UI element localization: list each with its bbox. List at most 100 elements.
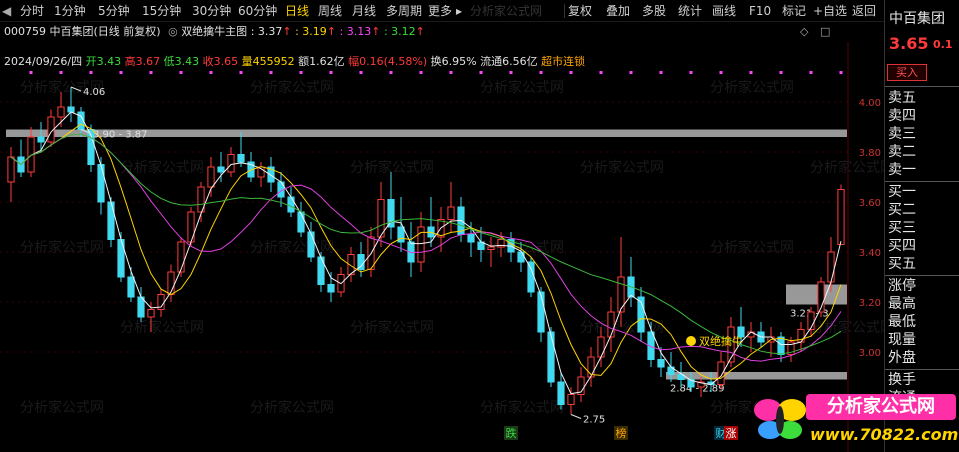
low-label: 低 [163,55,175,68]
indicator-name[interactable]: 双绝擒牛主图 [181,25,247,38]
float-label: 流通 [480,55,503,68]
adjust-button[interactable]: 复权 [568,3,592,19]
signal-dot [509,71,513,74]
mark-button[interactable]: 标记 [782,3,806,19]
signal-marker-icon [686,336,696,346]
panel-price: 3.65 [889,34,929,53]
signal-dot [29,71,33,74]
signal-dot [209,71,213,74]
toolbar-left-arrow[interactable]: ◀ [2,3,11,19]
tab-period-1min[interactable]: 1分钟 [54,3,86,19]
candle-body [557,381,565,405]
tab-period-fenshi[interactable]: 分时 [20,3,44,19]
ohlc-info-line: 2024/09/26/四 开3.43 高3.67 低3.43 收3.65 量45… [4,53,585,69]
y-tick-label: 3.80 [859,148,881,159]
candle-body [657,359,665,368]
y-tick-label: 3.20 [859,298,881,309]
volume-value: 455952 [252,55,295,68]
float-value: 6.56亿 [502,55,538,68]
tab-period-15min[interactable]: 15分钟 [142,3,181,19]
buy-button[interactable]: 买入 [887,64,927,81]
watermark-text: 分析家公式网 [350,319,434,336]
signal-label: 双绝擒牛 [699,334,743,348]
band-label: 2.84 - 2.89 [670,384,725,395]
candle-body [537,291,545,333]
signal-dot [689,71,693,74]
tab-period-monthly[interactable]: 月线 [352,3,376,19]
candle-body [7,156,15,183]
stock-code-name: 000759 中百集团(日线 前复权) [4,25,161,38]
ask-1: 卖一 [888,162,916,178]
indicator-selector-icon[interactable]: ◎ [168,25,178,38]
signal-dot [179,71,183,74]
stat-outer-volume: 外盘 [888,350,916,366]
candle-body [517,251,525,263]
bid-1: 买一 [888,184,916,200]
signal-dot [629,71,633,74]
stat-high: 最高 [888,296,916,312]
panel-divider [885,86,959,87]
candle-body [67,106,75,113]
watermark-text: 分析家公式网 [120,159,204,176]
tab-period-60min[interactable]: 60分钟 [238,3,277,19]
candle-body [37,136,45,143]
signal-badge: 涨 [726,427,737,440]
tab-period-multi[interactable]: 多周期 [386,3,422,19]
concept-tag[interactable]: 超市连锁 [541,55,585,68]
watermark-text: 分析家公式网 [350,159,434,176]
indicator-arrow-4: ↑ [415,25,425,38]
candle-body [617,276,625,313]
open-value: 3.43 [96,55,122,68]
back-button[interactable]: 返回 [852,3,876,19]
tab-period-daily[interactable]: 日线 [285,3,309,19]
candle-body [827,251,835,283]
signal-dot [119,71,123,74]
overlay-button[interactable]: 叠加 [606,3,630,19]
candle-body [237,154,245,163]
ask-2: 卖二 [888,144,916,160]
y-tick-label: 4.00 [859,98,881,109]
candle-body [177,241,185,273]
signal-dot [539,71,543,74]
amount-value: 1.62亿 [309,55,345,68]
signal-dot [659,71,663,74]
watermark-text: 分析家公式网 [250,79,334,96]
bar-date: 2024/09/26/四 [4,55,83,68]
indicator-value-3: : 3.13 [339,25,372,38]
indicator-value-4: : 3.12 [383,25,416,38]
watermark-text: 分析家公式网 [250,399,334,416]
stat-low: 最低 [888,314,916,330]
signal-dot [419,71,423,74]
tab-period-5min[interactable]: 5分钟 [98,3,130,19]
bid-3: 买三 [888,220,916,236]
tab-period-more[interactable]: 更多 [428,3,452,19]
tab-period-weekly[interactable]: 周线 [318,3,342,19]
watermark-text: 分析家公式网 [480,399,564,416]
candle-body [547,331,555,383]
panel-stock-name: 中百集团 [889,11,945,27]
bid-2: 买二 [888,202,916,218]
bid-5: 买五 [888,256,916,272]
site-logo: 分析家公式网 www.70822.com [750,388,958,450]
chart-close-icon[interactable]: □ [820,25,830,38]
statistics-button[interactable]: 统计 [678,3,702,19]
candle-body [217,166,225,173]
price-annotations: 4.06 3.90 - 3.87 2.75 双绝擒牛 [70,86,743,426]
draw-line-button[interactable]: 画线 [712,3,736,19]
turnover-label: 换 [430,55,442,68]
signal-dot [329,71,333,74]
indicator-arrow-2: ↑ [326,25,337,38]
volume-label: 量 [241,55,253,68]
multi-stock-button[interactable]: 多股 [642,3,666,19]
f10-button[interactable]: F10 [749,3,771,19]
signal-dot [269,71,273,74]
stat-limit-up: 涨停 [888,278,916,294]
candle-body [607,311,615,338]
candle-body [467,234,475,243]
candle-body [187,211,195,243]
chart-settings-icon[interactable]: ◇ [800,25,808,38]
tab-period-30min[interactable]: 30分钟 [192,3,231,19]
add-favorite-button[interactable]: +自选 [813,3,847,19]
more-arrow-icon[interactable]: ▸ [456,3,462,19]
indicator-header: 000759 中百集团(日线 前复权) ◎ 双绝擒牛主图 : 3.37↑ : 3… [4,23,425,39]
